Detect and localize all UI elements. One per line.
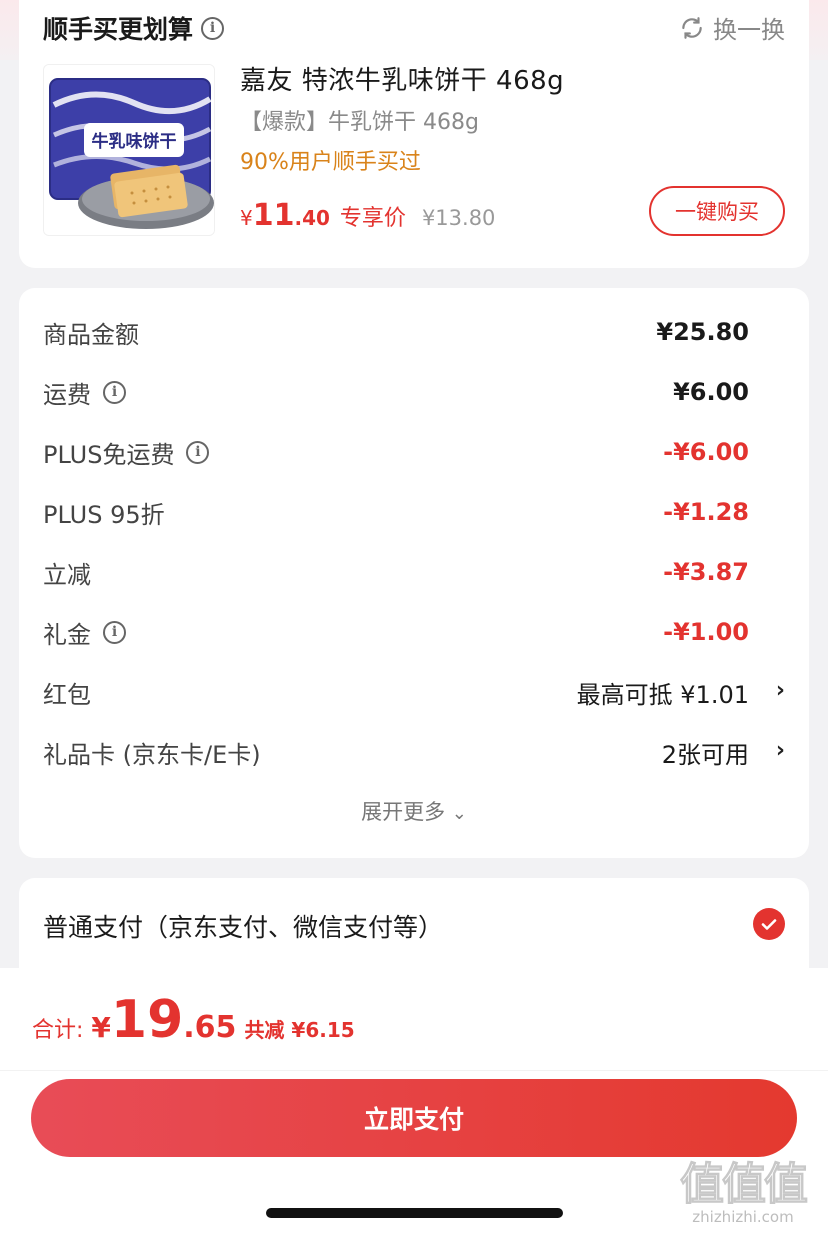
price-integer: 11 [252, 198, 295, 233]
summary-label: 运费 i [43, 375, 126, 410]
summary-label: 礼金 i [43, 615, 126, 650]
info-icon[interactable]: i [201, 16, 225, 40]
summary-value: 最高可抵 ¥1.01 [576, 680, 749, 709]
check-icon[interactable] [753, 908, 785, 940]
summary-row-plus-discount: PLUS 95折 -¥1.28 [43, 492, 749, 532]
summary-label: 礼品卡 (京东卡/E卡) [43, 740, 261, 769]
summary-value: 2张可用 [661, 740, 749, 769]
product-price: ¥ 11 .40 专享价 ¥13.80 [240, 198, 495, 233]
swap-button[interactable]: 换一换 [679, 10, 785, 45]
summary-row-shipping: 运费 i ¥6.00 [43, 372, 749, 412]
total-decimal: .65 [183, 1010, 237, 1045]
total-integer: 19 [110, 990, 184, 1050]
divider [0, 1070, 828, 1071]
pay-now-button[interactable]: 立即支付 [31, 1079, 797, 1157]
summary-row-red-packet[interactable]: 红包 最高可抵 ¥1.01 [43, 672, 749, 712]
total-label: 合计: [32, 1018, 84, 1043]
expand-more-label: 展开更多 [361, 800, 446, 824]
summary-row-instant-discount: 立减 -¥3.87 [43, 552, 749, 592]
chevron-right-icon[interactable]: › [776, 678, 785, 703]
chevron-right-icon[interactable]: › [776, 738, 785, 763]
total-saved: 共减 ¥6.15 [244, 1018, 355, 1042]
swap-label: 换一换 [713, 16, 785, 44]
price-decimal: .40 [294, 206, 330, 230]
info-icon[interactable]: i [103, 620, 126, 644]
summary-value: ¥25.80 [656, 318, 749, 346]
one-click-buy-button[interactable]: 一键购买 [649, 186, 785, 236]
recommend-title: 顺手买更划算 i [43, 10, 225, 46]
original-price: ¥13.80 [421, 206, 496, 230]
summary-row-gift-card[interactable]: 礼品卡 (京东卡/E卡) 2张可用 [43, 732, 749, 772]
total-currency: ¥ [91, 1011, 111, 1044]
summary-value: -¥3.87 [663, 558, 749, 586]
summary-label: 商品金额 [43, 320, 139, 349]
order-total: 合计: ¥ 19 .65 共减 ¥6.15 [32, 990, 355, 1050]
package-text: 牛乳味饼干 [92, 131, 177, 152]
summary-value: -¥1.28 [663, 498, 749, 526]
product-purchase-stat: 90%用户顺手买过 [240, 150, 421, 175]
summary-label: 立减 [43, 560, 91, 589]
watermark: 值值值 zhizhizhi.com [668, 1148, 818, 1227]
price-currency: ¥ [240, 206, 253, 230]
refresh-icon [682, 16, 702, 39]
summary-row-gift-money: 礼金 i -¥1.00 [43, 612, 749, 652]
summary-value: -¥6.00 [663, 438, 749, 466]
expand-more-button[interactable]: 展开更多 ⌄ [19, 796, 809, 826]
summary-value: -¥1.00 [663, 618, 749, 646]
chevron-down-icon: ⌄ [451, 803, 467, 824]
recommend-card: 顺手买更划算 i 换一换 牛乳味饼干 嘉友 特浓牛乳味饼干 468g 【爆款】牛… [19, 0, 809, 268]
biscuit-package-image: 牛乳味饼干 [44, 65, 214, 235]
price-tag: 专享价 [339, 206, 406, 231]
product-image[interactable]: 牛乳味饼干 [43, 64, 215, 236]
recommend-title-text: 顺手买更划算 [43, 15, 194, 44]
product-name[interactable]: 嘉友 特浓牛乳味饼干 468g [240, 60, 564, 97]
info-icon[interactable]: i [186, 440, 210, 464]
watermark-logo: 值值值 [680, 1159, 809, 1211]
summary-row-goods: 商品金额 ¥25.80 [43, 312, 749, 352]
home-indicator[interactable] [266, 1208, 563, 1218]
summary-label: PLUS免运费 i [43, 435, 210, 470]
payment-method-label: 普通支付（京东支付、微信支付等） [43, 913, 444, 942]
product-subtitle: 【爆款】牛乳饼干 468g [240, 110, 479, 135]
summary-row-plus-free-shipping: PLUS免运费 i -¥6.00 [43, 432, 749, 472]
order-summary-card: 商品金额 ¥25.80 运费 i ¥6.00 PLUS免运费 i -¥6.00 PL… [19, 288, 809, 858]
summary-label: PLUS 95折 [43, 500, 165, 529]
info-icon[interactable]: i [103, 380, 126, 404]
summary-value: ¥6.00 [673, 378, 749, 406]
summary-label: 红包 [43, 680, 91, 709]
